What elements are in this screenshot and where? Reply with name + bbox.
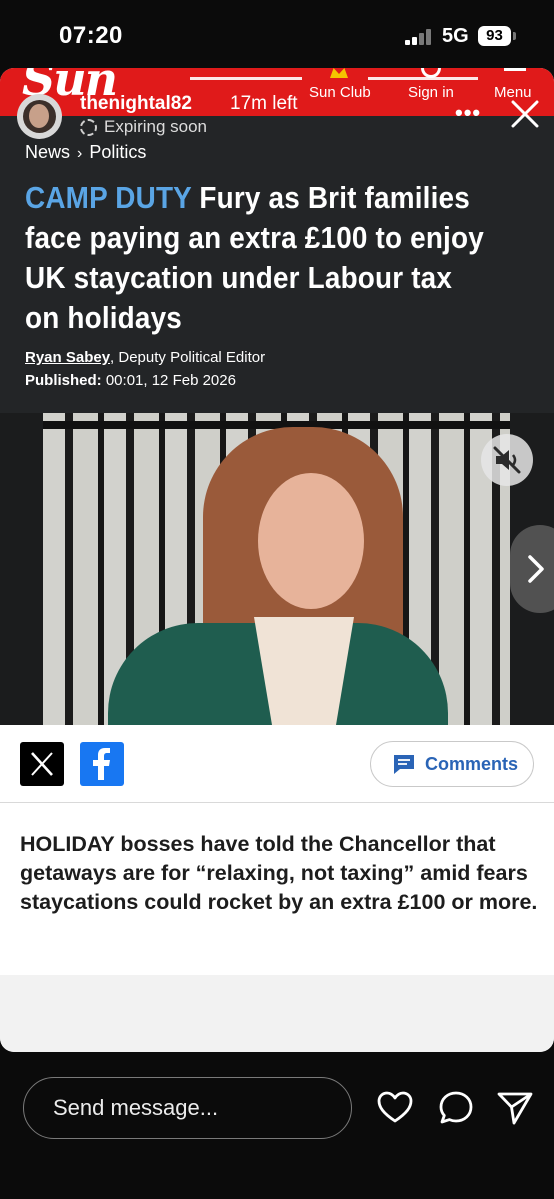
breadcrumb-politics[interactable]: Politics	[89, 142, 146, 162]
send-message-input[interactable]: Send message...	[23, 1077, 352, 1139]
story-card[interactable]: Sun Sun Club Sign in Menu thenightal82 1…	[0, 68, 554, 1052]
header-rule	[368, 77, 478, 80]
close-icon[interactable]	[508, 97, 542, 131]
comment-icon	[394, 755, 414, 774]
breadcrumb: News › Politics	[25, 142, 146, 163]
network-type: 5G	[442, 25, 469, 47]
published-date: Published: 00:01, 12 Feb 2026	[25, 372, 236, 389]
battery-level: 93	[478, 26, 511, 46]
send-message-placeholder: Send message...	[53, 1095, 219, 1120]
headline: CAMP DUTY Fury as Brit families face pay…	[25, 178, 484, 338]
facebook-logo-icon	[93, 748, 110, 780]
header-rule	[190, 77, 302, 80]
comments-button[interactable]: Comments	[370, 741, 534, 787]
published-label: Published:	[25, 372, 102, 389]
share-facebook-button[interactable]	[80, 742, 124, 786]
comments-label: Comments	[425, 754, 519, 774]
status-bar: 07:20 5G 93	[0, 0, 554, 68]
battery-cap	[513, 32, 516, 40]
status-time: 07:20	[59, 22, 123, 49]
published-value: 00:01, 12 Feb 2026	[101, 372, 236, 389]
sun-club-icon	[330, 68, 348, 78]
headline-kicker: CAMP DUTY	[25, 180, 192, 215]
breadcrumb-news[interactable]: News	[25, 142, 70, 162]
nav-sun-club[interactable]: Sun Club	[309, 84, 371, 101]
menu-icon	[504, 68, 526, 71]
author-link[interactable]: Ryan Sabey	[25, 349, 110, 366]
expiring-icon	[80, 119, 97, 136]
story-blank-area	[0, 975, 554, 1052]
mute-button[interactable]	[481, 434, 533, 486]
expiring-label: Expiring soon	[104, 117, 208, 136]
chevron-right-icon	[528, 555, 544, 583]
chevron-right-icon: ›	[77, 145, 83, 162]
avatar[interactable]	[17, 94, 62, 139]
article-body: HOLIDAY bosses have told the Chancellor …	[0, 803, 554, 975]
send-icon[interactable]	[496, 1089, 534, 1127]
lede-strong: HOLIDAY	[20, 832, 115, 856]
share-x-button[interactable]	[20, 742, 64, 786]
story-time-left: 17m left	[230, 93, 298, 114]
mute-icon	[493, 446, 521, 474]
person-face	[258, 473, 364, 609]
byline: Ryan Sabey, Deputy Political Editor	[25, 349, 265, 366]
x-logo-icon	[31, 752, 53, 776]
lede-paragraph: HOLIDAY bosses have told the Chancellor …	[20, 830, 540, 917]
share-row: Comments	[0, 725, 554, 803]
signal-icon	[405, 29, 435, 45]
author-role: , Deputy Political Editor	[110, 349, 266, 366]
heart-icon[interactable]	[376, 1089, 414, 1127]
comment-bubble-icon[interactable]	[437, 1089, 475, 1127]
nav-sign-in[interactable]: Sign in	[408, 84, 454, 101]
story-username[interactable]: thenightal82	[80, 93, 192, 115]
more-icon[interactable]: •••	[455, 100, 483, 125]
hero-image	[0, 413, 554, 725]
next-button[interactable]	[510, 525, 554, 613]
